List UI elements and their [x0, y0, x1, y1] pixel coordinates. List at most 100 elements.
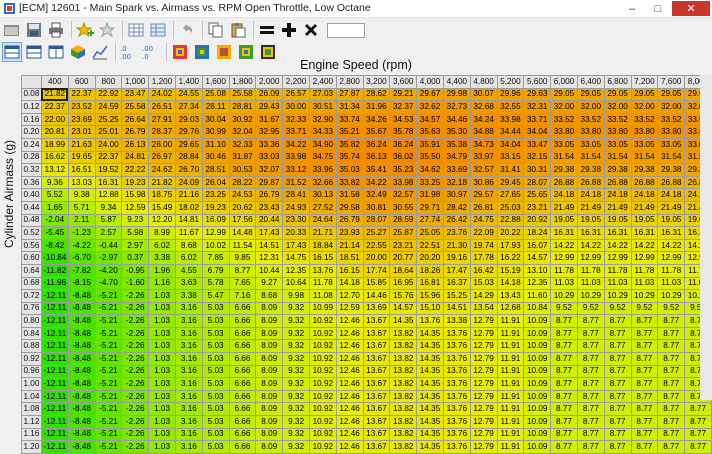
table-cell[interactable]: -2.26 — [121, 301, 150, 316]
table-cell[interactable]: 12.99 — [630, 251, 659, 265]
paste-icon[interactable] — [228, 20, 248, 40]
table-cell[interactable]: 25.27 — [362, 226, 391, 240]
table-cell[interactable]: 16.31 — [576, 226, 605, 240]
table-cell[interactable]: 34.44 — [496, 125, 525, 139]
table-cell[interactable]: 12.31 — [255, 251, 284, 265]
table-cell[interactable]: 32.57 — [389, 188, 418, 202]
table-cell[interactable]: 9.32 — [282, 402, 310, 417]
table-cell[interactable]: 13.43 — [496, 289, 525, 303]
table-cell[interactable]: 16.81 — [416, 276, 444, 291]
table-cell[interactable]: 1.03 — [148, 415, 176, 429]
table-cell[interactable]: 6.66 — [228, 415, 257, 429]
table-cell[interactable]: -8.48 — [67, 326, 96, 341]
table-cell[interactable]: 8.99 — [148, 226, 176, 240]
table-cell[interactable]: 0.37 — [121, 251, 150, 265]
column-header[interactable]: 5,200 — [496, 75, 525, 89]
table-cell[interactable]: 6.66 — [228, 389, 257, 404]
table-cell[interactable]: 8.77 — [657, 427, 686, 442]
table-cell[interactable]: 29.21 — [389, 87, 418, 102]
table-cell[interactable]: -0.44 — [94, 238, 123, 253]
table-cell[interactable]: 12.79 — [469, 427, 498, 442]
table-cell[interactable]: 34.75 — [308, 150, 337, 165]
table-cell[interactable]: 12.70 — [335, 289, 364, 303]
table-cell[interactable]: 16.51 — [67, 163, 96, 177]
table-cell[interactable]: 29.43 — [255, 100, 284, 114]
table-cell[interactable]: 33.15 — [496, 150, 525, 165]
table-cell[interactable]: 12.59 — [121, 200, 150, 215]
table-cell[interactable]: 9.52 — [576, 301, 605, 316]
table-cell[interactable]: 34.88 — [469, 125, 498, 139]
table-cell[interactable]: 26.57 — [282, 87, 310, 102]
table-cell[interactable]: 26.88 — [630, 175, 659, 190]
table-cell[interactable]: 5.87 — [94, 213, 123, 228]
table-cell[interactable]: 20.33 — [282, 226, 310, 240]
table-cell[interactable]: 31.54 — [576, 150, 605, 165]
table-cell[interactable]: 15.10 — [416, 301, 444, 316]
table-cell[interactable]: 8.77 — [603, 326, 632, 341]
table-cell[interactable]: 14.22 — [630, 238, 659, 253]
table-cell[interactable]: 8.77 — [550, 440, 578, 454]
table-cell[interactable]: 13.82 — [389, 402, 418, 417]
table-cell[interactable]: 14.81 — [174, 213, 203, 228]
table-cell[interactable]: 6.66 — [228, 326, 257, 341]
table-cell[interactable]: 12.46 — [335, 440, 364, 454]
table-cell[interactable]: -4.22 — [67, 238, 96, 253]
table-cell[interactable]: 13.67 — [362, 389, 391, 404]
table-cell[interactable]: 9.32 — [282, 364, 310, 379]
table-cell[interactable]: 26.51 — [148, 100, 176, 114]
table-cell[interactable]: 11.91 — [496, 339, 525, 354]
table-cell[interactable]: 32.49 — [362, 188, 391, 202]
table-cell[interactable]: 7.85 — [201, 251, 230, 265]
table-cell[interactable]: 1.03 — [148, 326, 176, 341]
table-cell[interactable]: 24.62 — [148, 163, 176, 177]
table-cell[interactable]: 8.77 — [550, 377, 578, 391]
table-cell[interactable]: 8.77 — [630, 314, 659, 328]
table-cell[interactable]: 32.62 — [416, 100, 444, 114]
table-cell[interactable]: 14.35 — [416, 427, 444, 442]
table-cell[interactable]: -2.26 — [121, 415, 150, 429]
table-cell[interactable]: 9.32 — [282, 415, 310, 429]
table-cell[interactable]: 7.65 — [228, 276, 257, 291]
column-header[interactable]: 6,800 — [603, 75, 632, 89]
table-cell[interactable]: 36.24 — [389, 137, 418, 152]
row-header[interactable]: 0.92 — [21, 352, 42, 366]
table-cell[interactable]: 10.84 — [523, 301, 552, 316]
table-cell[interactable]: 34.73 — [469, 137, 498, 152]
row-header[interactable]: 0.56 — [21, 238, 42, 253]
table-cell[interactable]: 8.68 — [174, 238, 203, 253]
table-cell[interactable]: 6.66 — [228, 440, 257, 454]
table-cell[interactable]: 16.37 — [442, 276, 471, 291]
row-header[interactable]: 0.32 — [21, 163, 42, 177]
column-header[interactable]: 2,200 — [282, 75, 310, 89]
table-cell[interactable]: 10.29 — [550, 289, 578, 303]
table-cell[interactable]: 11.03 — [550, 276, 578, 291]
table-cell[interactable]: 14.35 — [416, 364, 444, 379]
table-cell[interactable]: 10.09 — [523, 389, 552, 404]
table-cell[interactable]: 8.09 — [255, 389, 284, 404]
table-cell[interactable]: 10.92 — [308, 389, 337, 404]
table-cell[interactable]: 8.77 — [550, 326, 578, 341]
row-header[interactable]: 0.76 — [21, 301, 42, 316]
table-cell[interactable]: 13.76 — [442, 402, 471, 417]
table-cell[interactable]: 3.16 — [174, 415, 203, 429]
table-cell[interactable]: 3.38 — [174, 289, 203, 303]
table-cell[interactable]: 30.97 — [442, 188, 471, 202]
table-cell[interactable]: 31.54 — [550, 150, 578, 165]
table-cell[interactable]: 8.77 — [630, 402, 659, 417]
table-cell[interactable]: 27.65 — [496, 188, 525, 202]
table-cell[interactable]: 8.77 — [550, 352, 578, 366]
table-cell[interactable]: 12.46 — [335, 339, 364, 354]
table-cell[interactable]: 8.77 — [603, 364, 632, 379]
table-cell[interactable]: 28.11 — [201, 100, 230, 114]
table-cell[interactable]: 10.44 — [255, 263, 284, 278]
table-cell[interactable]: 28.07 — [523, 175, 552, 190]
close-button[interactable]: ✕ — [672, 1, 710, 16]
table-cell[interactable]: 8.77 — [550, 427, 578, 442]
table-cell[interactable]: 12.46 — [335, 352, 364, 366]
table-cell[interactable]: 10.99 — [308, 301, 337, 316]
favorite-add-icon[interactable] — [75, 20, 95, 40]
table-cell[interactable]: 5.03 — [201, 339, 230, 354]
table-cell[interactable]: 12.46 — [335, 427, 364, 442]
table-cell[interactable]: 26.79 — [121, 125, 150, 139]
table-cell[interactable]: 13.82 — [389, 377, 418, 391]
